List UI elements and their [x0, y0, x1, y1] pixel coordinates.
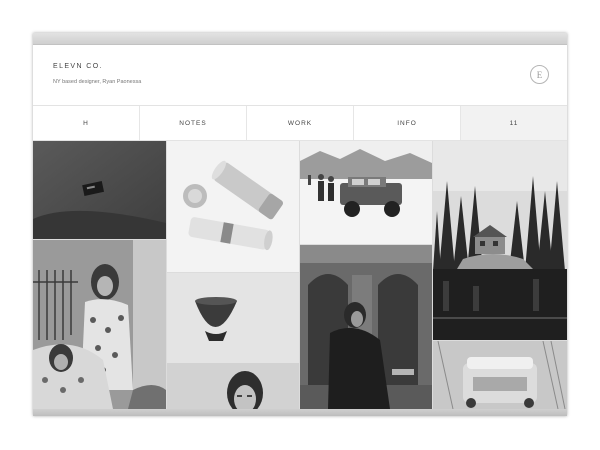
bowl-image — [167, 273, 299, 409]
nav-item-info[interactable]: INFO — [354, 106, 461, 140]
fabric-label-image — [33, 141, 166, 239]
photo-car-snow[interactable] — [433, 341, 567, 409]
nav-item-h[interactable]: H — [33, 106, 140, 140]
window-top-bar — [33, 33, 567, 45]
nav-item-notes[interactable]: NOTES — [140, 106, 247, 140]
nav-item-work[interactable]: WORK — [247, 106, 354, 140]
tubes-image — [167, 141, 299, 272]
lake-cabin-image — [433, 141, 567, 340]
browser-window: ELEVN CO. NY based designer, Ryan Paones… — [33, 33, 567, 416]
logo-letter: E — [536, 69, 543, 80]
tagline: NY based designer, Ryan Paonessa — [53, 79, 142, 85]
photo-fabric-label[interactable] — [33, 141, 166, 239]
window-bottom-bar — [33, 409, 567, 416]
woman-arches-image — [300, 245, 432, 409]
nav-item-count[interactable]: 11 — [461, 106, 567, 140]
main-nav: H NOTES WORK INFO 11 — [33, 106, 567, 141]
photo-tubes[interactable] — [167, 141, 299, 272]
brand-name[interactable]: ELEVN CO. — [53, 63, 103, 70]
photo-lake-cabin[interactable] — [433, 141, 567, 340]
photo-girls-bed[interactable] — [33, 240, 166, 409]
photo-grid — [33, 141, 567, 409]
photo-bowl[interactable] — [167, 273, 299, 409]
girls-bed-image — [33, 240, 166, 409]
site-header: ELEVN CO. NY based designer, Ryan Paones… — [33, 45, 567, 106]
photo-woman-arches[interactable] — [300, 245, 432, 409]
jeep-image — [300, 141, 432, 244]
car-snow-image — [433, 341, 567, 409]
logo-icon[interactable]: E — [530, 65, 549, 84]
photo-jeep-snow[interactable] — [300, 141, 432, 244]
